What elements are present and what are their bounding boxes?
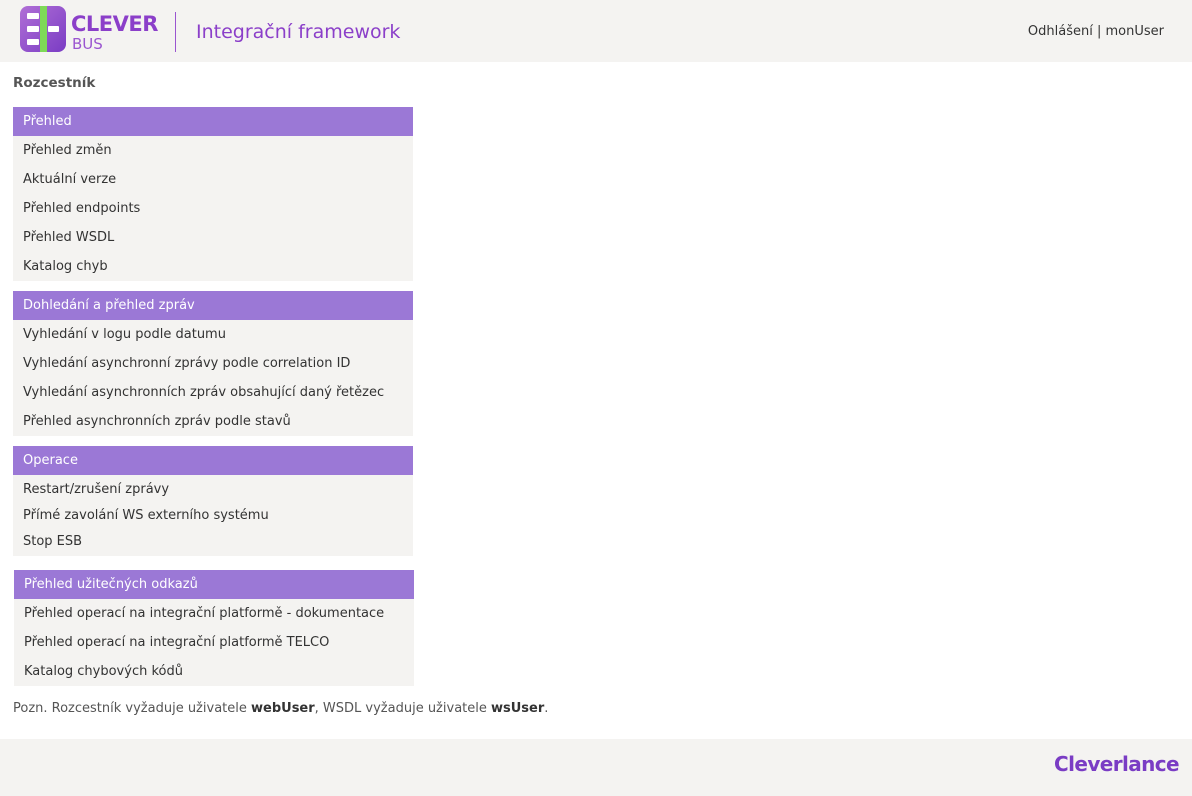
link-search-by-correlation-id[interactable]: Vyhledání asynchronní zprávy podle corre… — [13, 349, 413, 378]
access-note: Pozn. Rozcestník vyžaduje uživatele webU… — [13, 700, 548, 718]
link-search-by-string[interactable]: Vyhledání asynchronních zpráv obsahující… — [13, 378, 413, 407]
user-area: Odhlášení | monUser — [1028, 23, 1164, 41]
page-footer: Cleverlance — [0, 739, 1192, 796]
link-changes-overview[interactable]: Přehled změn — [13, 136, 413, 165]
app-title: Integrační framework — [196, 21, 401, 43]
note-prefix: Pozn. Rozcestník vyžaduje uživatele — [13, 701, 251, 716]
header-divider — [175, 12, 176, 52]
note-user-web: webUser — [251, 701, 315, 716]
link-error-code-catalog[interactable]: Katalog chybových kódů — [14, 657, 414, 686]
logo-line-1: CLEVER — [71, 12, 158, 36]
logout-link[interactable]: Odhlášení — [1028, 24, 1093, 39]
section-header: Dohledání a přehled zpráv — [13, 291, 413, 320]
page-header: CLEVER BUS Integrační framework Odhlášen… — [0, 0, 1192, 62]
section-overview: Přehled Přehled změn Aktuální verze Přeh… — [13, 107, 413, 281]
link-endpoints-overview[interactable]: Přehled endpoints — [13, 194, 413, 223]
note-user-ws: wsUser — [491, 701, 545, 716]
link-current-version[interactable]: Aktuální verze — [13, 165, 413, 194]
clever-bus-logo: CLEVER BUS — [71, 12, 161, 56]
note-middle: , WSDL vyžaduje uživatele — [314, 701, 491, 716]
link-log-search-by-date[interactable]: Vyhledání v logu podle datumu — [13, 320, 413, 349]
link-restart-cancel-message[interactable]: Restart/zrušení zprávy — [13, 475, 413, 504]
section-message-search: Dohledání a přehled zpráv Vyhledání v lo… — [13, 291, 413, 436]
page-title: Rozcestník — [13, 75, 96, 91]
section-useful-links: Přehled užitečných odkazů Přehled operac… — [14, 570, 414, 686]
link-messages-by-state[interactable]: Přehled asynchronních zpráv podle stavů — [13, 407, 413, 436]
section-operations: Operace Restart/zrušení zprávy Přímé zav… — [13, 446, 413, 556]
link-wsdl-overview[interactable]: Přehled WSDL — [13, 223, 413, 252]
link-error-catalog[interactable]: Katalog chyb — [13, 252, 413, 281]
logo-line-2: BUS — [72, 35, 103, 53]
link-operations-documentation[interactable]: Přehled operací na integrační platformě … — [14, 599, 414, 628]
cleverlance-logo: Cleverlance — [1054, 752, 1180, 776]
section-header: Operace — [13, 446, 413, 475]
section-header: Přehled užitečných odkazů — [14, 570, 414, 599]
link-operations-telco[interactable]: Přehled operací na integrační platformě … — [14, 628, 414, 657]
note-suffix: . — [544, 701, 549, 716]
section-header: Přehled — [13, 107, 413, 136]
clever-bus-logo-icon — [20, 6, 66, 52]
link-direct-ws-call[interactable]: Přímé zavolání WS externího systému — [13, 504, 413, 527]
user-separator: | — [1096, 24, 1102, 39]
link-stop-esb[interactable]: Stop ESB — [13, 527, 413, 556]
username: monUser — [1105, 24, 1165, 39]
